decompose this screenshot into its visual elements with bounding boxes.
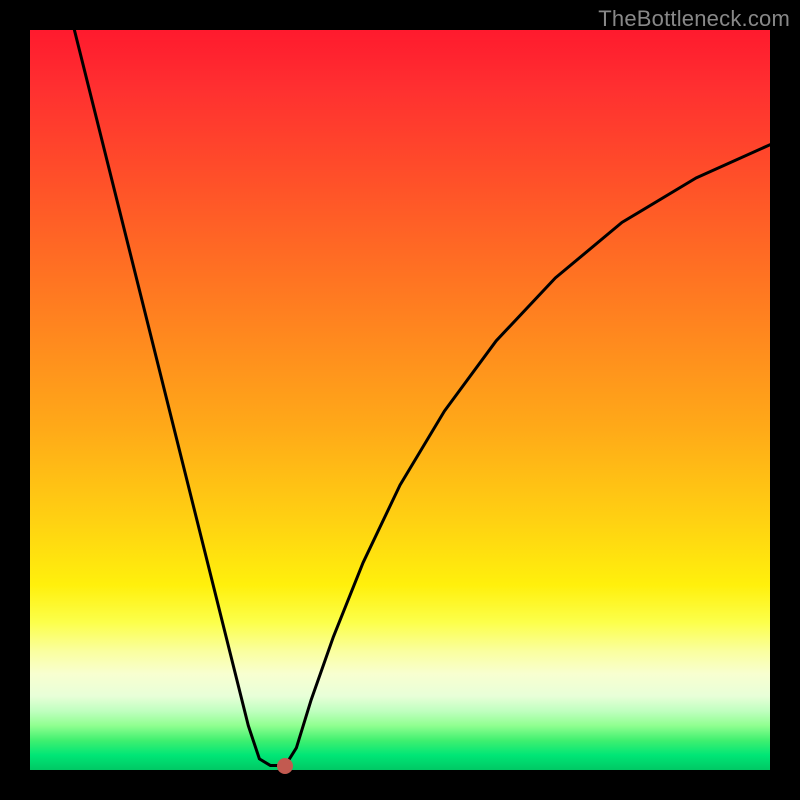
curve-path <box>74 30 770 766</box>
bottleneck-curve <box>30 30 770 770</box>
chart-container: TheBottleneck.com <box>0 0 800 800</box>
watermark-text: TheBottleneck.com <box>598 6 790 32</box>
optimal-point-marker <box>277 758 293 774</box>
plot-area <box>30 30 770 770</box>
